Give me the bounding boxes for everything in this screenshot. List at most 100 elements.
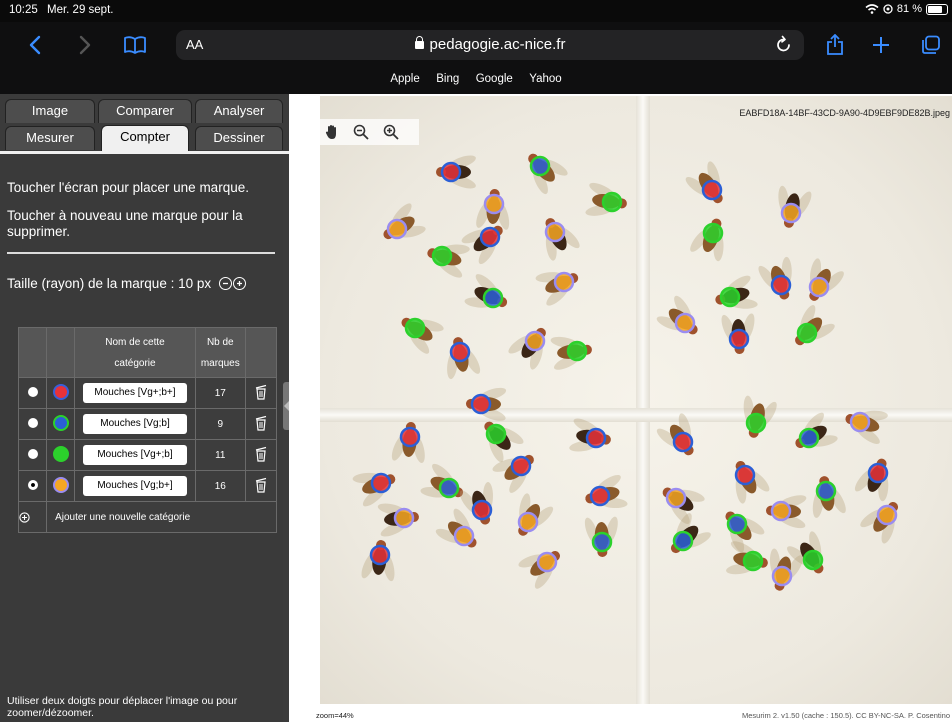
count-marker[interactable] — [770, 500, 792, 522]
count-marker[interactable] — [701, 179, 723, 201]
count-marker[interactable] — [510, 455, 532, 477]
count-marker[interactable] — [771, 565, 793, 587]
count-marker[interactable] — [482, 287, 504, 309]
count-marker[interactable] — [585, 427, 607, 449]
count-marker[interactable] — [798, 427, 820, 449]
tab-image[interactable]: Image — [5, 99, 95, 123]
category-radio[interactable] — [27, 417, 38, 428]
zoom-in-icon[interactable] — [383, 124, 399, 140]
delete-category-button[interactable] — [255, 384, 267, 400]
count-marker[interactable] — [808, 276, 830, 298]
count-marker[interactable] — [536, 551, 558, 573]
count-marker[interactable] — [386, 218, 408, 240]
delete-category-button[interactable] — [255, 477, 267, 493]
count-marker[interactable] — [524, 330, 546, 352]
count-marker[interactable] — [453, 525, 475, 547]
count-marker[interactable] — [702, 222, 724, 244]
category-color-swatch[interactable] — [52, 414, 69, 431]
bookmarks-button[interactable] — [122, 32, 148, 58]
count-marker[interactable] — [440, 161, 462, 183]
count-marker[interactable] — [589, 485, 611, 507]
count-marker[interactable] — [369, 544, 391, 566]
count-marker[interactable] — [438, 477, 460, 499]
count-marker[interactable] — [802, 549, 824, 571]
category-name-field[interactable]: Mouches [Vg+;b+] — [82, 383, 187, 403]
tab-analyser[interactable]: Analyser — [195, 99, 283, 123]
count-marker[interactable] — [544, 221, 566, 243]
count-marker[interactable] — [393, 507, 415, 529]
count-marker[interactable] — [470, 393, 492, 415]
share-button[interactable] — [822, 32, 848, 58]
count-marker[interactable] — [726, 513, 748, 535]
zoom-out-icon[interactable] — [353, 124, 369, 140]
count-marker[interactable] — [485, 423, 507, 445]
delete-category-button[interactable] — [255, 415, 267, 431]
count-marker[interactable] — [876, 504, 898, 526]
category-name-field[interactable]: Mouches [Vg;b] — [82, 414, 187, 434]
hand-pan-icon[interactable] — [325, 124, 339, 140]
count-marker[interactable] — [517, 511, 539, 533]
add-circle-icon[interactable] — [19, 511, 30, 523]
reload-button[interactable] — [776, 35, 792, 53]
forward-button[interactable] — [72, 32, 98, 58]
count-marker[interactable] — [770, 274, 792, 296]
category-radio[interactable] — [27, 448, 38, 459]
count-marker[interactable] — [728, 328, 750, 350]
tab-dessiner[interactable]: Dessiner — [195, 126, 283, 150]
address-bar[interactable]: AA pedagogie.ac-nice.fr — [176, 30, 804, 60]
category-name-field[interactable]: Mouches [Vg;b+] — [82, 476, 187, 496]
count-marker[interactable] — [601, 191, 623, 213]
count-marker[interactable] — [734, 464, 756, 486]
count-marker[interactable] — [399, 426, 421, 448]
decrease-size-button[interactable] — [219, 277, 233, 290]
tab-mesurer[interactable]: Mesurer — [5, 126, 95, 150]
url-display[interactable]: pedagogie.ac-nice.fr — [176, 36, 804, 53]
count-marker[interactable] — [674, 312, 696, 334]
count-marker[interactable] — [479, 226, 501, 248]
count-marker[interactable] — [566, 340, 588, 362]
count-marker[interactable] — [529, 155, 551, 177]
back-button[interactable] — [22, 32, 48, 58]
count-marker[interactable] — [672, 431, 694, 453]
count-marks-layer[interactable] — [320, 96, 952, 704]
add-category-row[interactable]: Ajouter une nouvelle catégorie — [17, 501, 277, 533]
count-marker[interactable] — [780, 202, 802, 224]
count-marker[interactable] — [745, 412, 767, 434]
count-marker[interactable] — [849, 411, 871, 433]
category-color-swatch[interactable] — [52, 476, 69, 493]
count-marker[interactable] — [742, 550, 764, 572]
new-tab-button[interactable] — [868, 32, 894, 58]
tabs-button[interactable] — [918, 32, 944, 58]
count-marker[interactable] — [867, 462, 889, 484]
add-category-button[interactable]: Ajouter une nouvelle catégorie — [46, 501, 277, 533]
category-row: Mouches [Vg;b+] 16 — [17, 470, 278, 502]
category-color-swatch[interactable] — [52, 383, 69, 400]
count-marker[interactable] — [483, 193, 505, 215]
fly-photo[interactable] — [320, 96, 952, 704]
count-marker[interactable] — [591, 531, 613, 553]
favorite-yahoo[interactable]: Yahoo — [529, 73, 561, 85]
count-marker[interactable] — [431, 245, 453, 267]
increase-size-button[interactable] — [233, 277, 247, 290]
count-marker[interactable] — [665, 487, 687, 509]
favorite-google[interactable]: Google — [476, 73, 513, 85]
tab-compter[interactable]: Compter — [101, 125, 189, 152]
count-marker[interactable] — [404, 317, 426, 339]
category-name-field[interactable]: Mouches [Vg+;b] — [82, 445, 187, 465]
count-marker[interactable] — [719, 286, 741, 308]
image-viewer[interactable]: EABFD18A-14BF-43CD-9A90-4D9EBF9DE82B.jpe… — [289, 94, 952, 722]
count-marker[interactable] — [471, 499, 493, 521]
count-marker[interactable] — [815, 480, 837, 502]
tab-comparer[interactable]: Comparer — [98, 99, 192, 123]
count-marker[interactable] — [672, 530, 694, 552]
favorite-bing[interactable]: Bing — [436, 73, 459, 85]
count-marker[interactable] — [553, 271, 575, 293]
count-marker[interactable] — [370, 472, 392, 494]
category-color-swatch[interactable] — [52, 445, 69, 462]
delete-category-button[interactable] — [255, 446, 267, 462]
count-marker[interactable] — [796, 322, 818, 344]
category-radio[interactable] — [27, 386, 38, 397]
count-marker[interactable] — [449, 341, 471, 363]
favorite-apple[interactable]: Apple — [390, 73, 419, 85]
category-radio-selected[interactable] — [27, 479, 38, 490]
